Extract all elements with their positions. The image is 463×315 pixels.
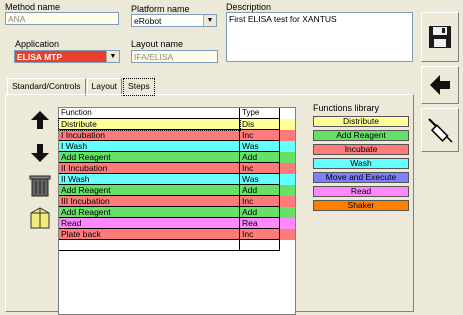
table-row[interactable]: Read Rea [59,218,295,229]
layout-name-label: Layout name [131,39,184,49]
cell-function: II Incubation [59,163,240,174]
cell-type: Inc [240,196,280,207]
cell-type: Inc [240,229,280,240]
chevron-down-icon: ▼ [203,15,216,26]
library-item[interactable]: Shaker [313,200,409,211]
table-row[interactable]: Add Reagent Add [59,207,295,218]
cell-function: Add Reagent [59,185,240,196]
column-header-type[interactable]: Type [240,108,280,119]
back-arrow-icon [430,75,450,95]
cell-function: Add Reagent [59,152,240,163]
library-item[interactable]: Distribute [313,116,409,127]
cell-type: Was [240,174,280,185]
platform-select[interactable]: eRobot ▼ [131,14,217,27]
pipette-button[interactable] [421,108,459,152]
description-label: Description [226,2,272,12]
cell-type: Inc [240,163,280,174]
cell-function: Read [59,218,240,229]
cell-type: Add [240,152,280,163]
delete-button[interactable] [25,170,55,200]
platform-select-value: eRobot [134,16,162,26]
table-row[interactable]: Distribute Dis [58,118,295,131]
cell-type: Add [240,207,280,218]
cell-function [59,240,240,251]
move-up-button[interactable] [25,105,55,135]
table-row[interactable]: III Incubation Inc [59,196,295,207]
cell-type [240,240,280,251]
folder-icon [30,207,50,229]
cell-function: III Incubation [59,196,240,207]
cell-type: Was [240,141,280,152]
save-button[interactable] [421,12,459,62]
cell-function: Distribute [58,118,241,131]
library-item[interactable]: Move and Execute [313,172,409,183]
table-row[interactable]: II Wash Was [59,174,295,185]
cell-function: I Wash [59,141,240,152]
description-field[interactable]: First ELISA test for XANTUS [226,12,413,62]
trash-can-icon [29,175,51,197]
table-row-empty[interactable] [59,240,295,251]
column-header-function[interactable]: Function [59,108,240,119]
library-item[interactable]: Incubate [313,144,409,155]
layout-name-field[interactable]: IFA/ELISA [131,50,218,63]
arrow-down-icon [31,144,49,162]
floppy-save-icon [429,26,451,48]
cell-function: Add Reagent [59,207,240,218]
cell-type: Rea [240,218,280,229]
chevron-down-icon: ▼ [106,51,119,62]
table-row[interactable]: II Incubation Inc [59,163,295,174]
method-editor-window: Method name ANA Platform name eRobot ▼ D… [0,0,463,315]
cell-function: Plate back [59,229,240,240]
table-row[interactable]: I Incubation Inc [59,130,295,141]
table-row[interactable]: Add Reagent Add [59,185,295,196]
platform-name-label: Platform name [131,4,190,14]
table-header: Function Type [59,108,295,119]
library-item[interactable]: Read [313,186,409,197]
functions-library-title: Functions library [313,103,380,113]
cell-type: Inc [240,130,280,141]
table-row[interactable]: Add Reagent Add [59,152,295,163]
move-down-button[interactable] [25,138,55,168]
method-name-field[interactable]: ANA [5,12,119,25]
method-name-label: Method name [5,2,61,12]
table-body: Distribute Dis I Incubation Inc I Wash Was Add… [58,118,295,251]
application-select[interactable]: ELISA MTP ▼ [14,50,120,63]
arrow-up-icon [31,111,49,129]
library-item[interactable]: Wash [313,158,409,169]
cell-function: II Wash [59,174,240,185]
open-folder-button[interactable] [25,203,55,233]
cell-type: Add [240,185,280,196]
application-label: Application [15,39,60,49]
library-item[interactable]: Add Reagent [313,130,409,141]
application-select-value: ELISA MTP [17,52,63,62]
back-button[interactable] [421,66,459,104]
pipette-icon [428,118,453,143]
cell-type: Dis [240,119,280,130]
cell-function: I Incubation [59,130,240,141]
table-row[interactable]: Plate back Inc [59,229,295,240]
table-row[interactable]: I Wash Was [59,141,295,152]
steps-table: Function Type Distribute Dis I Incubation I… [58,107,296,315]
